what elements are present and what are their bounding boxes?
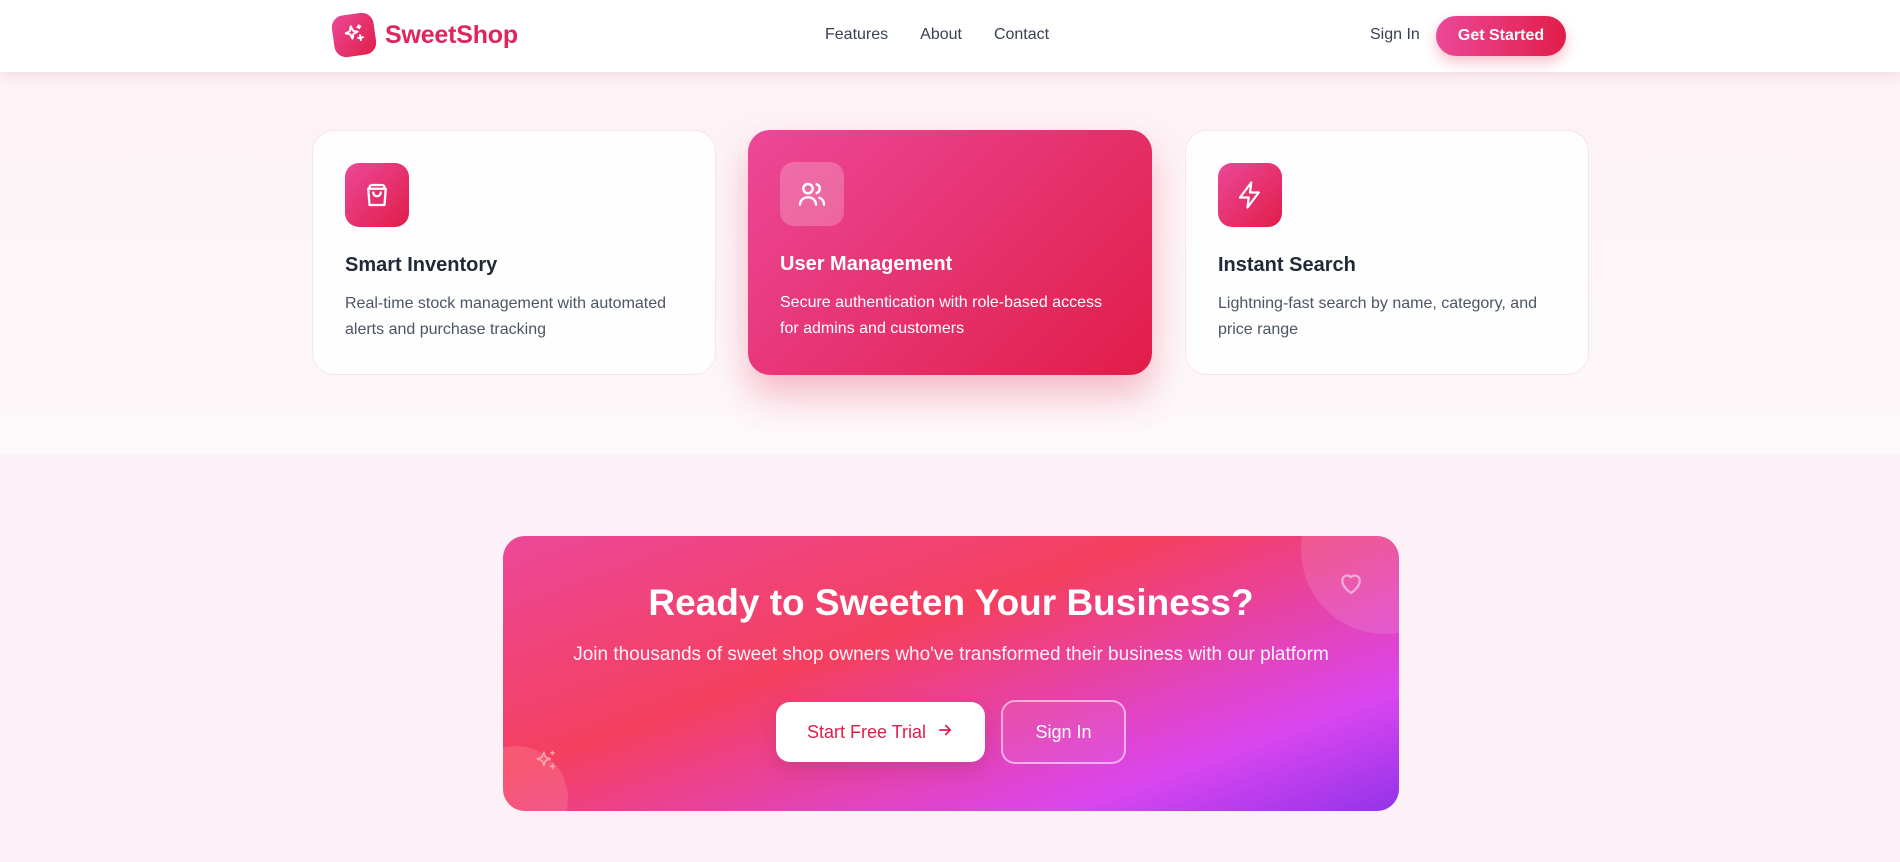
lightning-icon xyxy=(1218,163,1282,227)
cta-sign-in-button[interactable]: Sign In xyxy=(1001,700,1126,764)
cta-subtitle: Join thousands of sweet shop owners who'… xyxy=(573,644,1329,665)
arrow-right-icon xyxy=(936,721,954,744)
brand-name: SweetShop xyxy=(385,20,518,49)
nav-sign-in-link[interactable]: Sign In xyxy=(1370,26,1420,44)
feature-title: Instant Search xyxy=(1218,254,1356,276)
users-icon xyxy=(780,162,844,226)
cta-title: Ready to Sweeten Your Business? xyxy=(648,582,1254,623)
nav-link-contact[interactable]: Contact xyxy=(994,26,1049,44)
top-navbar: SweetShop Features About Contact Sign In… xyxy=(0,0,1900,72)
start-free-trial-label: Start Free Trial xyxy=(806,721,927,742)
nav-links: Features About Contact xyxy=(825,26,1049,44)
feature-card-instant-search: Instant Search Lightning-fast search by … xyxy=(1185,130,1589,375)
cta-banner: Ready to Sweeten Your Business? Join tho… xyxy=(503,536,1399,811)
brand-logo[interactable]: SweetShop xyxy=(330,11,518,59)
sparkles-icon xyxy=(330,11,378,59)
feature-description: Real-time stock management with automate… xyxy=(345,295,667,338)
feature-title: User Management xyxy=(780,253,953,275)
feature-description: Lightning-fast search by name, category,… xyxy=(1218,295,1537,338)
sparkles-icon xyxy=(533,748,559,779)
feature-description: Secure authentication with role-based ac… xyxy=(780,294,1102,337)
nav-link-features[interactable]: Features xyxy=(825,26,888,44)
feature-title: Smart Inventory xyxy=(345,254,498,276)
feature-card-user-management: User Management Secure authentication wi… xyxy=(748,130,1152,375)
feature-card-smart-inventory: Smart Inventory Real-time stock manageme… xyxy=(312,130,716,375)
get-started-button[interactable]: Get Started xyxy=(1436,16,1566,56)
start-free-trial-button[interactable]: Start Free Trial xyxy=(776,702,985,762)
shopping-bag-icon xyxy=(345,163,409,227)
nav-link-about[interactable]: About xyxy=(920,26,962,44)
